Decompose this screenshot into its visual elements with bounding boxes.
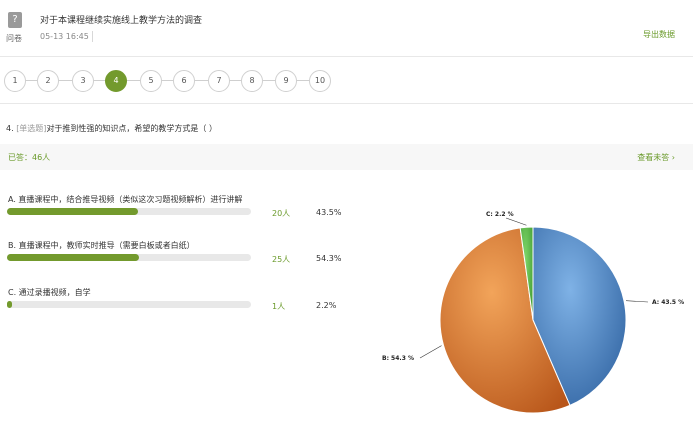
pie-leader-line: [626, 300, 649, 303]
pie-label-a: A: 43.5 %: [652, 299, 684, 306]
page-button-4[interactable]: 4: [105, 70, 127, 92]
page-button-6[interactable]: 6: [173, 70, 195, 92]
page-button-1[interactable]: 1: [4, 70, 26, 92]
question-pager: 1 2 3 4 5 6 7 8 9 10: [0, 57, 693, 104]
pie-label-c: C: 2.2 %: [486, 211, 514, 218]
option-percent: 43.5%: [316, 208, 342, 217]
view-unanswered-link[interactable]: 查看未答 ›: [637, 152, 675, 163]
option-progress-track: [7, 208, 251, 215]
page-button-7[interactable]: 7: [208, 70, 230, 92]
option-label: B. 直播课程中，教师实时推导（需要白板或者白纸）: [8, 241, 195, 250]
survey-title: 对于本课程继续实施线上教学方法的调查: [40, 16, 203, 26]
question-type: [单选题]: [16, 124, 47, 133]
page-button-10[interactable]: 10: [309, 70, 331, 92]
option-percent: 54.3%: [316, 254, 342, 263]
answered-count: 已答：46人: [8, 153, 51, 162]
survey-header: ? 问卷 对于本课程继续实施线上教学方法的调查 05-13 16:45 导出数据: [0, 0, 693, 57]
option-count: 20人: [272, 209, 291, 218]
page-button-8[interactable]: 8: [241, 70, 263, 92]
pie-leader-line: [505, 217, 527, 226]
divider: [92, 31, 93, 42]
page-button-3[interactable]: 3: [72, 70, 94, 92]
option-count: 1人: [272, 302, 286, 311]
pie-chart-svg: A: 43.5 % B: 54.3 % C: 2.2 %: [382, 211, 684, 414]
option-percent: 2.2%: [316, 301, 337, 310]
option-progress-fill: [7, 208, 138, 215]
page-button-2[interactable]: 2: [37, 70, 59, 92]
option-progress-track: [7, 301, 251, 308]
option-progress-fill: [7, 301, 13, 308]
question-number: 4.: [6, 124, 14, 133]
export-data-button[interactable]: 导出数据: [643, 29, 675, 40]
question-text: 4. [单选题]对于推到性强的知识点，希望的教学方式是（ ）: [6, 123, 217, 134]
question-body: 对于推到性强的知识点，希望的教学方式是（ ）: [46, 124, 217, 133]
option-progress-track: [7, 254, 251, 261]
page-button-5[interactable]: 5: [140, 70, 162, 92]
pie-leader-line: [419, 345, 442, 359]
pie-chart: A: 43.5 % B: 54.3 % C: 2.2 %: [360, 195, 693, 420]
answered-bar: 已答：46人 查看未答 ›: [0, 144, 693, 170]
survey-time: 05-13 16:45: [40, 32, 89, 41]
pie-label-b: B: 54.3 %: [382, 355, 414, 362]
activity-type-label: 问卷: [6, 34, 22, 43]
page-button-9[interactable]: 9: [275, 70, 297, 92]
option-count: 25人: [272, 255, 291, 264]
option-label: A. 直播课程中，结合推导视频（类似这次习题视频解析）进行讲解: [8, 195, 243, 204]
option-label: C. 通过录播视频，自学: [8, 288, 91, 297]
option-progress-fill: [7, 254, 140, 261]
questionnaire-icon: ?: [8, 12, 22, 28]
